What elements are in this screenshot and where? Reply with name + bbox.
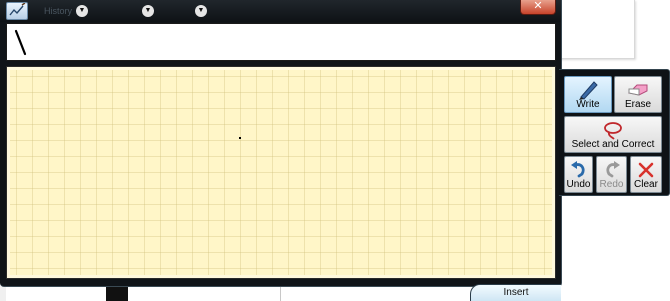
background-window bbox=[554, 0, 635, 59]
menu-history[interactable]: History bbox=[44, 4, 72, 18]
math-input-panel: History ▼ ▼ ▼ ✕ bbox=[0, 0, 562, 287]
select-and-correct-label: Select and Correct bbox=[571, 139, 655, 150]
undo-button[interactable]: Undo bbox=[564, 156, 593, 193]
app-icon bbox=[6, 2, 28, 20]
recognition-preview bbox=[6, 23, 556, 61]
undo-arrow-icon bbox=[570, 161, 585, 178]
history-dropdown-icon[interactable]: ▼ bbox=[76, 5, 88, 17]
background-divider bbox=[280, 285, 281, 301]
redo-button[interactable]: Redo bbox=[596, 156, 627, 193]
writing-pad[interactable] bbox=[6, 66, 556, 279]
redo-label: Redo bbox=[599, 179, 624, 190]
lasso-icon bbox=[604, 122, 622, 140]
close-button[interactable]: ✕ bbox=[520, 0, 556, 15]
write-button[interactable]: Write bbox=[564, 76, 612, 113]
title-bar[interactable]: History ▼ ▼ ▼ ✕ bbox=[0, 0, 561, 22]
pen-icon bbox=[579, 81, 598, 100]
preview-stroke bbox=[14, 29, 27, 56]
undo-label: Undo bbox=[566, 179, 591, 190]
clear-label: Clear bbox=[634, 179, 658, 190]
clear-x-icon bbox=[638, 162, 654, 178]
menu-2-dropdown-icon[interactable]: ▼ bbox=[142, 5, 154, 17]
insert-button[interactable]: Insert bbox=[470, 284, 561, 301]
redo-arrow-icon bbox=[605, 161, 620, 178]
erase-label: Erase bbox=[624, 99, 652, 110]
eraser-icon bbox=[627, 84, 648, 96]
clear-button[interactable]: Clear bbox=[630, 156, 662, 193]
menu-3-dropdown-icon[interactable]: ▼ bbox=[195, 5, 207, 17]
background-element bbox=[106, 285, 128, 301]
write-label: Write bbox=[576, 99, 600, 110]
select-and-correct-button[interactable]: Select and Correct bbox=[564, 116, 662, 153]
erase-button[interactable]: Erase bbox=[614, 76, 662, 113]
tool-panel: Write Erase Select and Correct Undo Redo bbox=[559, 69, 670, 196]
ink-dot bbox=[239, 137, 241, 139]
